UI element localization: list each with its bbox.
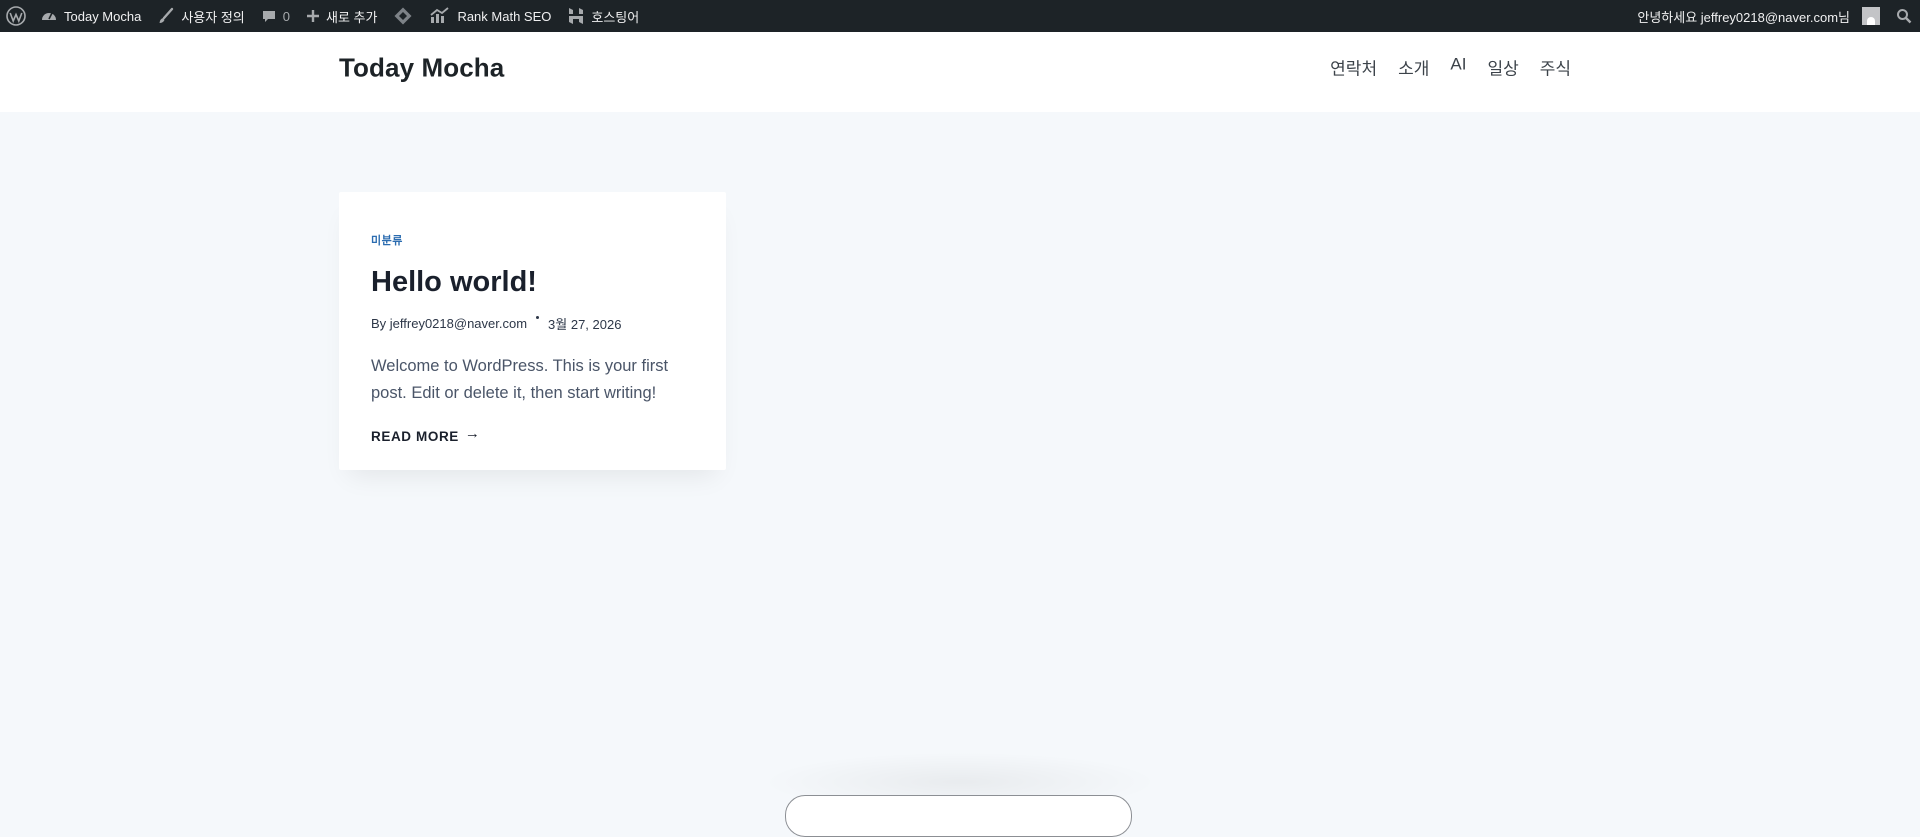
search-icon (1897, 9, 1912, 24)
post-excerpt: Welcome to WordPress. This is your first… (371, 357, 669, 402)
primary-nav: 연락처 소개 AI 일상 주식 (1330, 55, 1571, 80)
post-meta: By jeffrey0218@naver.com 3월 27, 2026 (371, 314, 621, 333)
hostinger-icon (569, 8, 584, 24)
customize-label: 사용자 정의 (181, 9, 245, 25)
wordpress-icon (6, 6, 26, 26)
nav-item-ai[interactable]: AI (1450, 55, 1466, 80)
account-menu[interactable]: 안녕하세요 jeffrey0218@naver.com님 (1629, 0, 1888, 32)
rank-math-menu[interactable]: Rank Math SEO (421, 0, 559, 32)
site-header: Today Mocha 연락처 소개 AI 일상 주식 (0, 32, 1920, 112)
diamond-plugin-menu[interactable] (385, 0, 421, 32)
comments-menu[interactable]: 0 (253, 0, 298, 32)
read-more-label: READ MORE (371, 429, 459, 444)
new-content-menu[interactable]: 새로 추가 (298, 0, 385, 32)
hosting-menu[interactable]: 호스팅어 (559, 0, 647, 32)
dashboard-gauge-icon (42, 12, 56, 20)
admin-bar: Today Mocha 사용자 정의 0 새로 추가 Rank Math SEO… (0, 0, 1920, 32)
rank-math-label: Rank Math SEO (457, 8, 552, 24)
admin-bar-right: 안녕하세요 jeffrey0218@naver.com님 (1629, 0, 1920, 32)
nav-item-daily[interactable]: 일상 (1487, 55, 1518, 80)
avatar (1862, 7, 1880, 25)
site-name-menu[interactable]: Today Mocha (32, 0, 149, 32)
plus-icon (306, 10, 319, 22)
post-date: 3월 27, 2026 (548, 317, 622, 332)
site-title[interactable]: Today Mocha (339, 53, 504, 84)
brush-icon (159, 7, 174, 23)
read-more-link[interactable]: READ MORE → (371, 425, 481, 445)
post-title-link[interactable]: Hello world! (371, 266, 537, 299)
rank-math-chart-icon (430, 7, 450, 23)
customize-menu[interactable]: 사용자 정의 (149, 0, 252, 32)
arrow-right-icon: → (464, 425, 481, 442)
comment-bubble-icon (262, 11, 275, 22)
meta-separator-dot (536, 316, 540, 319)
new-content-label: 새로 추가 (325, 9, 378, 25)
admin-search-button[interactable] (1888, 0, 1920, 32)
hosting-label: 호스팅어 (591, 9, 640, 25)
admin-bar-left: Today Mocha 사용자 정의 0 새로 추가 Rank Math SEO… (0, 0, 647, 32)
nav-item-stocks[interactable]: 주식 (1540, 55, 1571, 80)
post-author-link[interactable]: By jeffrey0218@naver.com (371, 316, 527, 331)
post-card: 미분류 Hello world! By jeffrey0218@naver.co… (339, 192, 726, 470)
diamond-icon (394, 7, 412, 25)
bottom-pill-box (785, 795, 1132, 837)
comments-count: 0 (282, 8, 290, 24)
post-category-link[interactable]: 미분류 (371, 232, 403, 248)
nav-item-about[interactable]: 소개 (1398, 55, 1429, 80)
account-greeting: 안녕하세요 jeffrey0218@naver.com님 (1637, 9, 1850, 25)
nav-item-contact[interactable]: 연락처 (1330, 55, 1377, 80)
site-name-label: Today Mocha (64, 8, 142, 24)
wordpress-logo-menu[interactable] (0, 0, 32, 32)
